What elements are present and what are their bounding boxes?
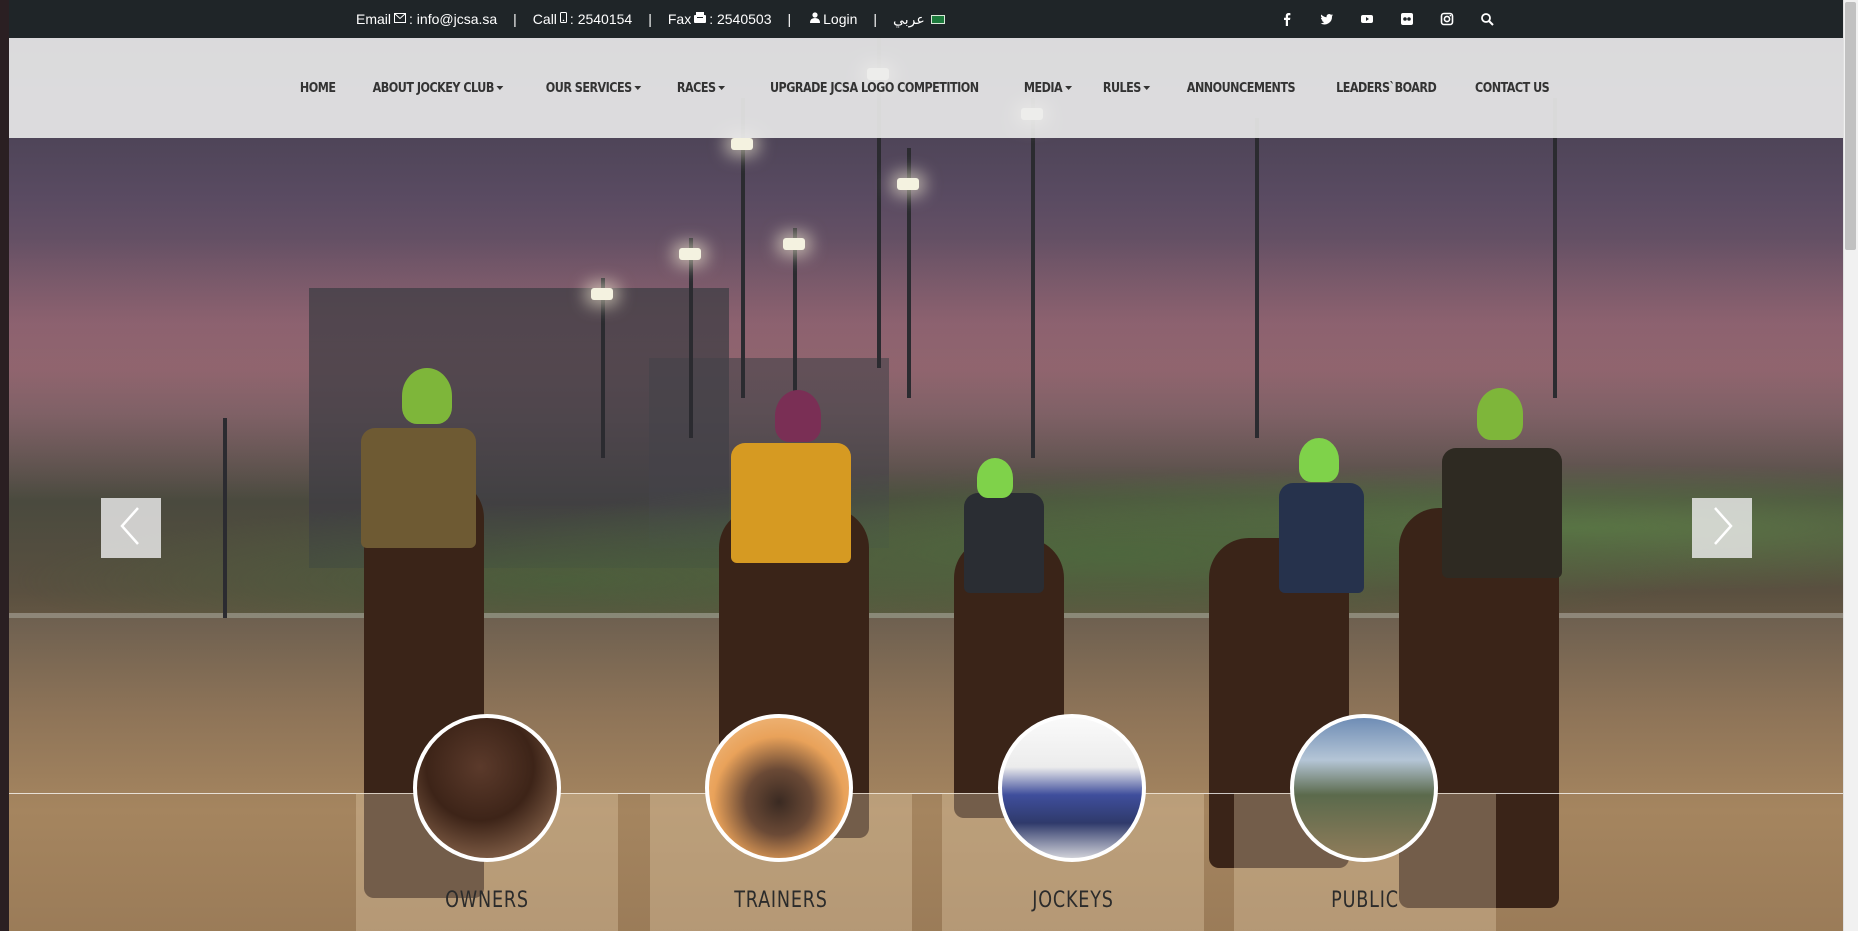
search-icon[interactable]: [1467, 12, 1507, 27]
stadium-lamp: [591, 288, 613, 300]
trainers-image[interactable]: [705, 714, 853, 862]
nav-about-jockey-club[interactable]: ABOUT JOCKEY CLUB: [363, 81, 514, 96]
nav-media[interactable]: MEDIA: [1013, 81, 1081, 96]
caret-down-icon: [496, 86, 504, 90]
instagram-icon[interactable]: [1427, 12, 1467, 27]
nav-rules[interactable]: RULES: [1093, 81, 1161, 96]
contact-info: Email : info@jcsa.sa | Call : 2540154 | …: [356, 0, 945, 38]
call-label: Call: [532, 11, 557, 27]
email-label: Email: [356, 11, 392, 27]
light-pole: [1031, 98, 1035, 458]
chevron-right-icon: [1707, 506, 1737, 551]
card-jockeys-label[interactable]: JOCKEYS: [968, 888, 1178, 913]
flickr-icon[interactable]: [1387, 12, 1427, 27]
fax-icon: [694, 12, 707, 26]
nav-contact-us[interactable]: CONTACT US: [1464, 81, 1559, 96]
hero-carousel: [9, 38, 1843, 931]
card-trainers-label[interactable]: TRAINERS: [676, 888, 886, 913]
page-edge: [0, 0, 9, 931]
light-pole: [223, 418, 227, 618]
nav-logo-competition[interactable]: UPGRADE JCSA LOGO COMPETITION: [760, 81, 989, 96]
stadium-lamp: [731, 138, 753, 150]
stadium-lamp: [783, 238, 805, 250]
mobile-phone-icon: [559, 12, 567, 26]
nav-announcements[interactable]: ANNOUNCEMENTS: [1177, 81, 1306, 96]
race-track: [9, 618, 1843, 931]
separator: |: [513, 11, 517, 27]
fax-label: Fax: [667, 11, 692, 27]
main-navbar: HOME ABOUT JOCKEY CLUB OUR SERVICES RACE…: [9, 38, 1843, 138]
carousel-next-button[interactable]: [1692, 498, 1752, 558]
fax-number: : 2540503: [709, 11, 772, 27]
light-pole: [793, 228, 797, 408]
chevron-left-icon: [116, 506, 146, 551]
jockeys-image[interactable]: [998, 714, 1146, 862]
youtube-icon[interactable]: [1347, 12, 1387, 27]
nav-our-services[interactable]: OUR SERVICES: [536, 81, 652, 96]
nav-leaders-board[interactable]: LEADERS`BOARD: [1326, 81, 1447, 96]
card-owners-label[interactable]: OWNERS: [382, 888, 592, 913]
separator: |: [873, 11, 878, 27]
carousel-prev-button[interactable]: [101, 498, 161, 558]
light-pole: [689, 238, 693, 438]
stadium-lamp: [897, 178, 919, 190]
caret-down-icon: [718, 86, 726, 90]
language-switch[interactable]: عربي: [893, 11, 925, 28]
email-link[interactable]: : info@jcsa.sa: [409, 11, 497, 27]
light-pole: [1255, 118, 1259, 438]
light-pole: [1553, 98, 1557, 398]
social-links: [1267, 0, 1507, 38]
nav-home[interactable]: HOME: [290, 81, 346, 96]
call-number[interactable]: : 2540154: [570, 11, 632, 27]
login-link[interactable]: Login: [823, 11, 857, 27]
top-bar: Email : info@jcsa.sa | Call : 2540154 | …: [9, 0, 1843, 38]
caret-down-icon: [1143, 86, 1151, 90]
stadium-lamp: [679, 248, 701, 260]
scrollbar-thumb[interactable]: [1845, 2, 1856, 250]
main-nav: HOME ABOUT JOCKEY CLUB OUR SERVICES RACE…: [9, 38, 1843, 138]
public-image[interactable]: [1290, 714, 1438, 862]
owners-image[interactable]: [413, 714, 561, 862]
caret-down-icon: [1064, 86, 1072, 90]
nav-races[interactable]: RACES: [667, 81, 736, 96]
separator: |: [787, 11, 792, 27]
card-public-label[interactable]: PUBLIC: [1260, 888, 1470, 913]
user-icon: [810, 12, 821, 26]
saudi-flag-icon: [930, 14, 945, 24]
twitter-icon[interactable]: [1307, 12, 1347, 27]
envelope-icon: [394, 12, 407, 26]
separator: |: [648, 11, 652, 27]
divider-line: [9, 793, 1843, 794]
light-pole: [601, 278, 605, 458]
facebook-icon[interactable]: [1267, 12, 1307, 27]
page-scrollbar[interactable]: [1843, 0, 1858, 931]
caret-down-icon: [634, 86, 642, 90]
